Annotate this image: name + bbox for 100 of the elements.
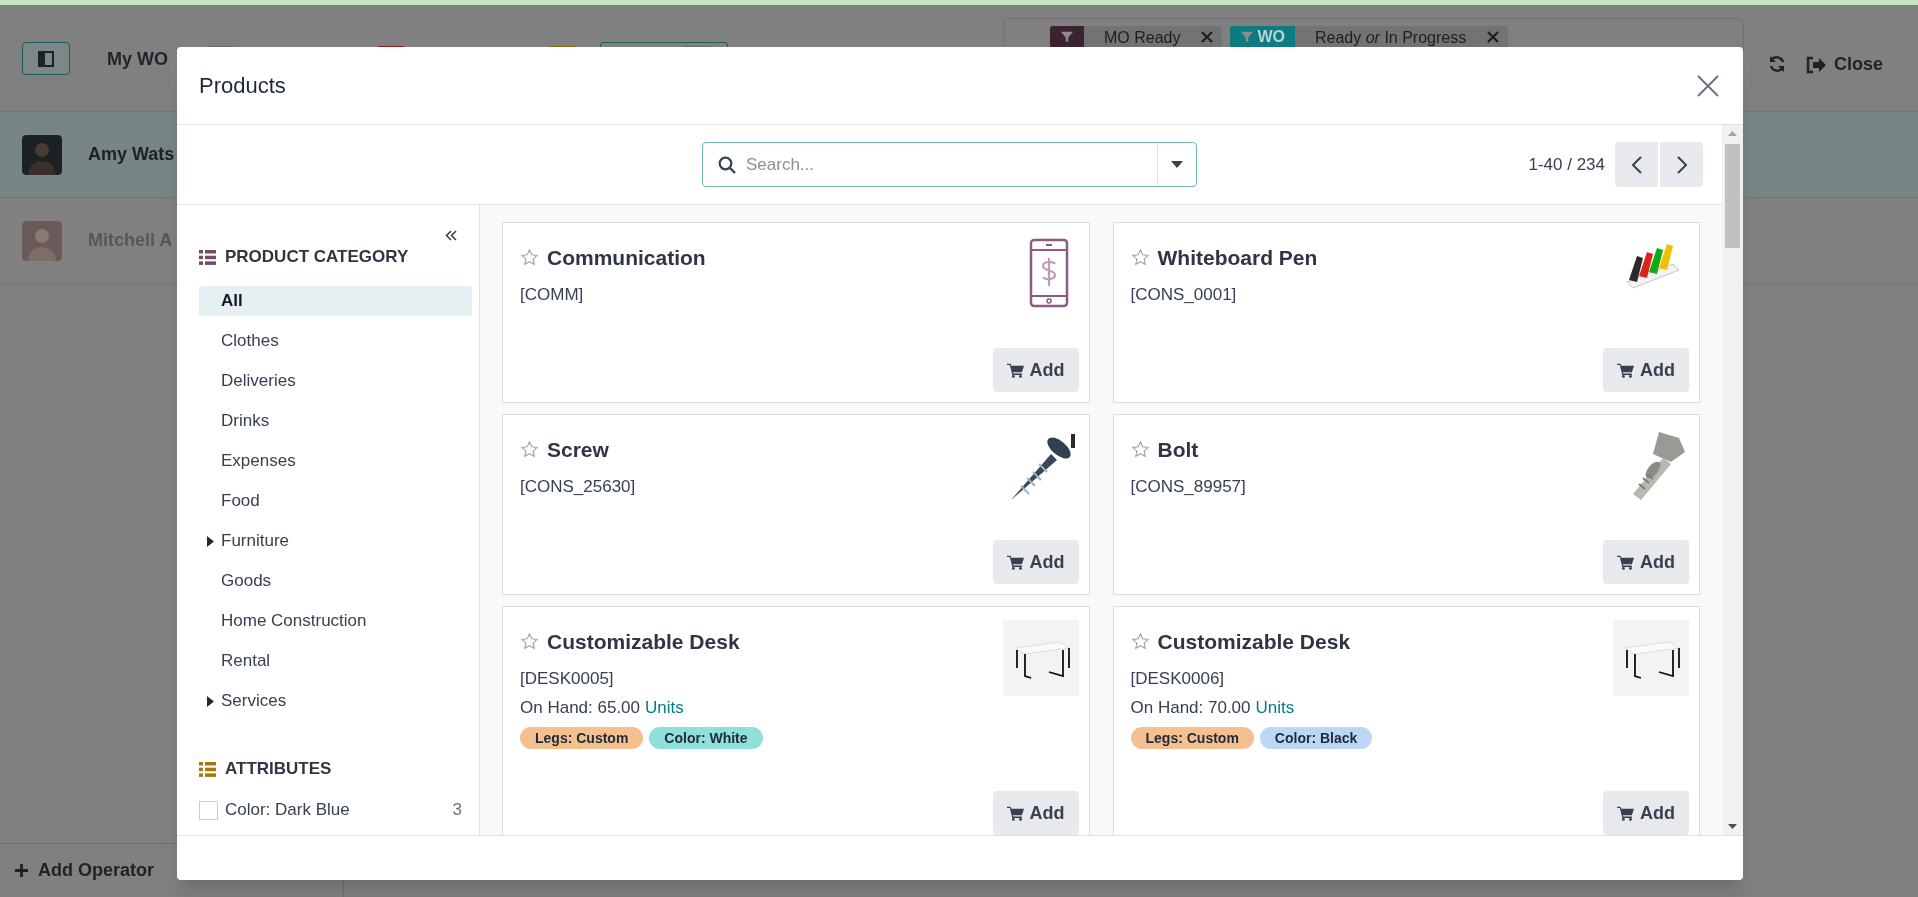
facet-label: WO — [1257, 27, 1285, 47]
star-icon[interactable] — [1130, 632, 1150, 652]
product-code: [DESK0005] — [520, 667, 615, 690]
product-card[interactable]: Whiteboard Pen [CONS_0001] Add — [1112, 222, 1700, 403]
stock-quantity: On Hand: 65.00 — [520, 697, 641, 719]
product-card[interactable]: Communication [COMM] Add — [502, 222, 1090, 403]
add-button[interactable]: Add — [992, 348, 1079, 392]
section-heading: ATTRIBUTES — [225, 758, 332, 781]
add-button[interactable]: Add — [992, 791, 1079, 835]
product-code: [CONS_89957] — [1130, 475, 1246, 498]
chevron-left-icon — [1631, 155, 1642, 174]
list-icon — [199, 761, 216, 777]
product-code: [CONS_25630] — [520, 475, 636, 498]
star-icon[interactable] — [520, 440, 539, 460]
phone-icon — [1028, 238, 1069, 308]
product-card[interactable]: Customizable Desk [DESK0005] On Hand: 65.00 Units Legs: Custom Color: White Add — [502, 606, 1090, 835]
sign-out-icon — [1806, 55, 1826, 74]
next-page-button[interactable] — [1660, 142, 1703, 187]
dropdown-caret-icon[interactable] — [1171, 161, 1183, 168]
cart-icon — [1617, 805, 1634, 821]
search-field[interactable]: Search... — [746, 151, 1157, 178]
close-icon[interactable] — [1200, 30, 1215, 44]
category-item[interactable]: Drinks — [199, 406, 472, 436]
category-item[interactable]: Home Construction — [199, 606, 472, 636]
product-name: Bolt — [1157, 437, 1199, 463]
tag: Color: White — [649, 726, 763, 749]
previous-page-button[interactable] — [1615, 142, 1658, 187]
product-name: Customizable Desk — [1157, 629, 1351, 655]
cart-icon — [1617, 554, 1634, 570]
list-icon — [199, 249, 216, 265]
facet-value: Ready or In Progress — [1314, 28, 1468, 48]
category-item[interactable]: All — [199, 286, 472, 316]
product-name: Screw — [547, 437, 609, 463]
tag: Color: Black — [1259, 726, 1373, 749]
avatar-icon — [22, 220, 62, 261]
chevron-right-icon — [1676, 155, 1687, 174]
avatar-icon — [22, 134, 62, 175]
add-operator-button[interactable]: Add Operator — [15, 857, 154, 884]
collapse-icon[interactable] — [445, 230, 457, 241]
tag: Legs: Custom — [1130, 726, 1254, 749]
attribute-count: 3 — [452, 799, 462, 822]
star-icon[interactable] — [1130, 248, 1150, 268]
caret-icon — [206, 695, 214, 707]
star-icon[interactable] — [1130, 440, 1150, 460]
filter-icon — [1240, 30, 1255, 44]
add-button[interactable]: Add — [1603, 791, 1689, 835]
scroll-up-icon[interactable] — [1728, 131, 1737, 136]
plus-icon — [15, 864, 28, 877]
product-code: [CONS_0001] — [1130, 283, 1238, 306]
add-button[interactable]: Add — [1603, 348, 1689, 392]
refresh-icon[interactable] — [1768, 55, 1786, 73]
pager-value: 1-40 / 234 — [1528, 153, 1605, 176]
search-icon — [718, 155, 736, 174]
cart-icon — [1006, 362, 1024, 378]
category-item[interactable]: Services — [199, 686, 472, 716]
product-code: [DESK0006] — [1130, 667, 1226, 690]
star-icon[interactable] — [520, 632, 539, 652]
search-facet[interactable]: MO Ready — [1050, 26, 1223, 48]
product-card[interactable]: Screw [CONS_25630] Add — [502, 414, 1090, 595]
add-button[interactable]: Add — [992, 540, 1079, 584]
star-icon[interactable] — [520, 248, 539, 268]
sidebar-icon — [38, 50, 54, 67]
close-icon[interactable] — [1697, 74, 1719, 97]
category-item[interactable]: Furniture — [199, 526, 472, 556]
section-heading: PRODUCT CATEGORY — [225, 246, 409, 269]
sidebar-toggle-button[interactable] — [22, 42, 70, 75]
category-item[interactable]: Goods — [199, 566, 472, 596]
cart-icon — [1006, 554, 1024, 570]
product-name: Communication — [547, 245, 706, 271]
scroll-down-icon[interactable] — [1728, 824, 1737, 829]
product-name: Whiteboard Pen — [1157, 245, 1318, 271]
checkbox[interactable] — [199, 800, 218, 820]
operator-name: Amy Wats — [88, 143, 175, 166]
product-card[interactable]: Bolt [CONS_89957] Add — [1112, 414, 1700, 595]
unit-link[interactable]: Units — [645, 695, 684, 721]
page-title: My WO — [107, 48, 168, 71]
stock-quantity: On Hand: 70.00 — [1130, 697, 1251, 719]
category-item[interactable]: Clothes — [199, 326, 472, 356]
dialog-title: Products — [199, 72, 286, 100]
close-button[interactable]: Close — [1806, 51, 1884, 78]
add-button[interactable]: Add — [1603, 540, 1689, 584]
product-name: Customizable Desk — [547, 629, 740, 655]
search-facet[interactable]: WO Ready or In Progress — [1230, 26, 1509, 48]
cart-icon — [1617, 362, 1634, 378]
unit-link[interactable]: Units — [1255, 695, 1295, 721]
caret-icon — [206, 535, 214, 547]
scrollbar-thumb[interactable] — [1725, 144, 1740, 248]
product-card[interactable]: Customizable Desk [DESK0006] On Hand: 70.00 Units Legs: Custom Color: Black Add — [1112, 606, 1700, 835]
close-icon[interactable] — [1486, 30, 1501, 44]
filter-icon — [1060, 30, 1074, 44]
facet-value: MO Ready — [1103, 28, 1182, 48]
search-bar[interactable]: Search... — [702, 142, 1197, 187]
cart-icon — [1006, 805, 1024, 821]
attribute-item[interactable]: Color: Dark Blue 3 — [199, 795, 472, 825]
category-item[interactable]: Deliveries — [199, 366, 472, 396]
category-item[interactable]: Rental — [199, 646, 472, 676]
category-item[interactable]: Food — [199, 486, 472, 516]
scrollbar[interactable] — [1722, 125, 1743, 835]
category-item[interactable]: Expenses — [199, 446, 472, 476]
product-code: [COMM] — [520, 283, 585, 306]
